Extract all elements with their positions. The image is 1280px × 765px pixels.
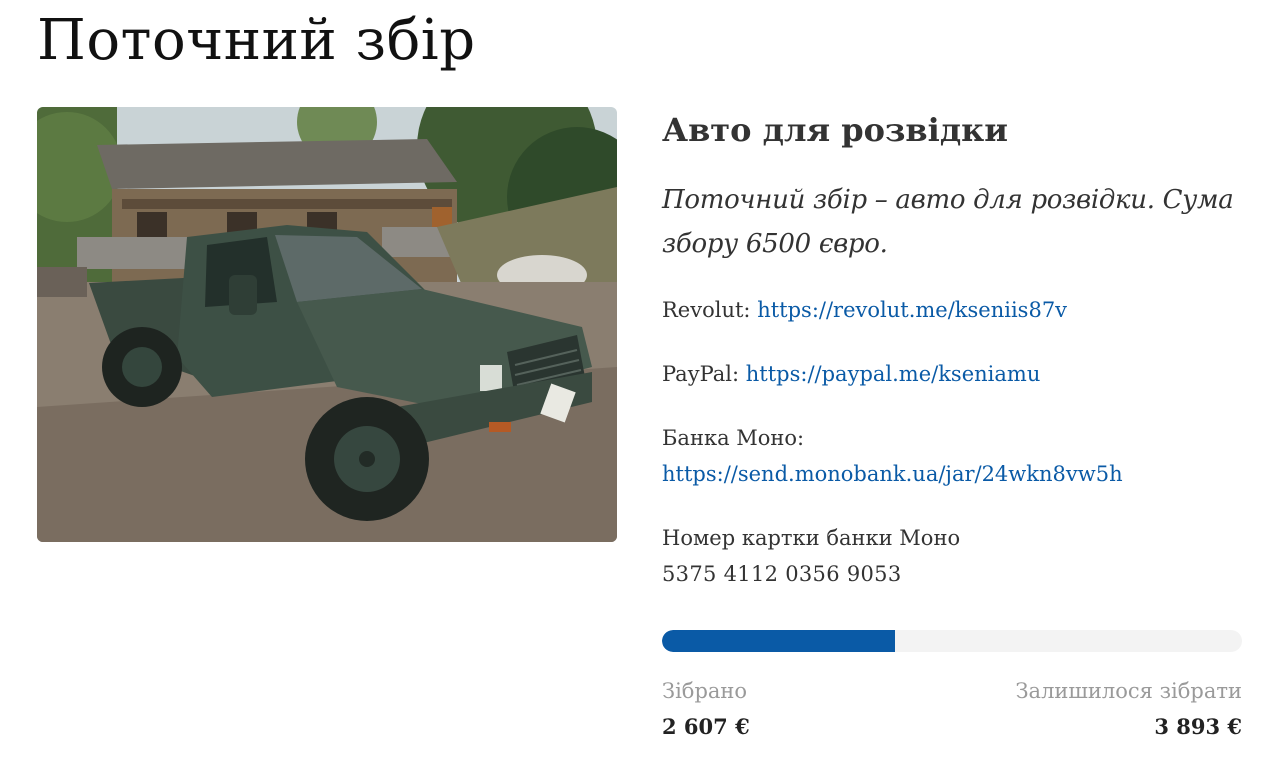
card-number: 5375 4112 0356 9053: [662, 561, 902, 586]
paypal-link[interactable]: https://paypal.me/kseniamu: [746, 362, 1041, 386]
paypal-label: PayPal:: [662, 361, 740, 386]
collected-value: 2 607 €: [662, 713, 750, 739]
monobank-label: Банка Моно:: [662, 425, 805, 450]
campaign-description: Поточний збір – авто для розвідки. Сума …: [662, 184, 1234, 259]
remaining-label: Залишилося зібрати: [1015, 678, 1242, 703]
paypal-line: PayPal: https://paypal.me/kseniamu: [662, 356, 1247, 392]
remaining-stat: Залишилося зібрати 3 893 €: [1015, 676, 1242, 745]
progress-bar-fill: [662, 629, 895, 652]
monobank-link[interactable]: https://send.monobank.ua/jar/24wkn8vw5h: [662, 462, 1123, 486]
collected-label: Зібрано: [662, 678, 748, 703]
remaining-value: 3 893 €: [1154, 713, 1242, 739]
revolut-link[interactable]: https://revolut.me/kseniis87v: [757, 298, 1067, 322]
page: Поточний збір Авто для розвідки Поточний…: [0, 0, 1280, 765]
card-label: Номер картки банки Моно: [662, 525, 961, 550]
monobank-line: Банка Моно: https://send.monobank.ua/jar…: [662, 420, 1247, 492]
progress-stats: Зібрано 2 607 € Залишилося зібрати 3 893…: [662, 676, 1242, 745]
page-title: Поточний збір: [37, 8, 476, 73]
campaign-photo: [37, 107, 617, 542]
campaign-title: Авто для розвідки: [662, 111, 1008, 149]
card-block: Номер картки банки Моно 5375 4112 0356 9…: [662, 520, 1247, 592]
pickup-truck-photo: [37, 107, 617, 542]
revolut-label: Revolut:: [662, 297, 751, 322]
campaign-info: Авто для розвідки Поточний збір – авто д…: [662, 110, 1247, 745]
revolut-line: Revolut: https://revolut.me/kseniis87v: [662, 292, 1247, 328]
collected-stat: Зібрано 2 607 €: [662, 676, 750, 745]
progress-bar: [662, 629, 1242, 652]
